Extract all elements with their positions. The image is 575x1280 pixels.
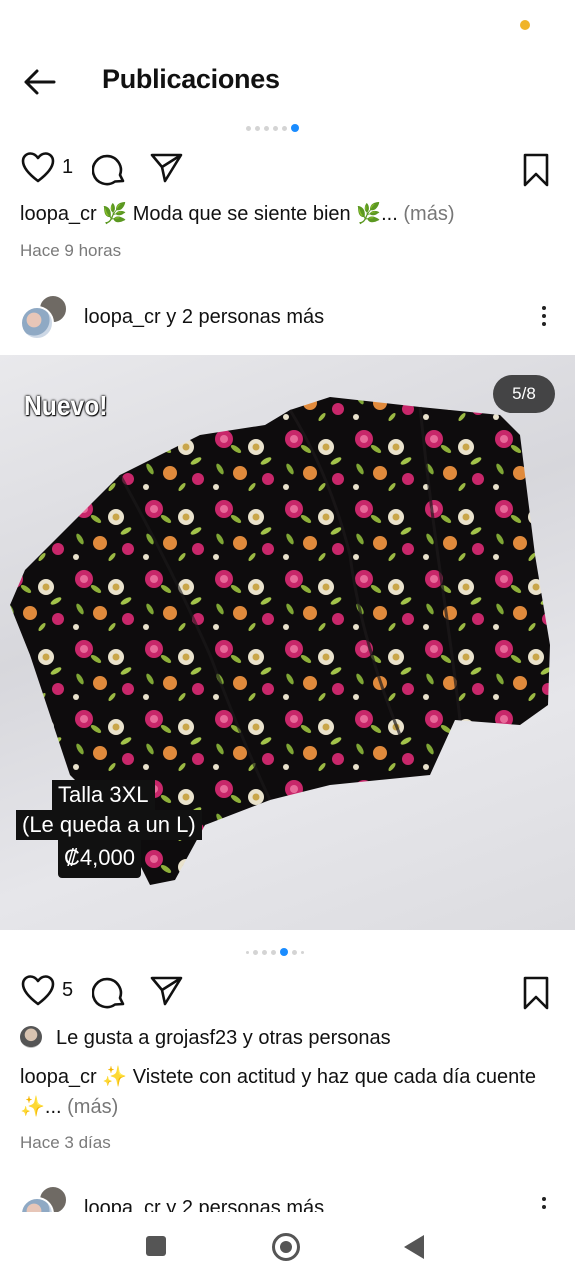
carousel-dots	[246, 124, 299, 132]
like-count[interactable]: 5	[62, 979, 73, 1002]
post-time: Hace 3 días	[20, 1133, 111, 1152]
carousel-dot	[253, 949, 258, 955]
paper-plane-icon[interactable]	[148, 973, 184, 1009]
comment-bubble-icon[interactable]	[92, 975, 128, 1011]
carousel-dot-active	[280, 948, 288, 956]
caption-username[interactable]: loopa_cr	[20, 1066, 97, 1088]
post-author-name[interactable]: loopa_cr y 2 personas más	[84, 1197, 324, 1212]
more-link[interactable]: (más)	[67, 1096, 118, 1118]
heart-outline-icon[interactable]	[20, 150, 56, 186]
image-size-label: Talla 3XL	[52, 780, 155, 810]
image-fit-label: (Le queda a un L)	[16, 810, 202, 840]
page-title: Publicaciones	[102, 64, 280, 94]
top-bar: Publicaciones	[0, 52, 575, 110]
liked-by-row[interactable]: Le gusta a grojasf23 y otras personas	[20, 1026, 391, 1050]
avatar-group[interactable]	[20, 1185, 70, 1212]
liked-by-text[interactable]: Le gusta a grojasf23 y otras personas	[56, 1027, 391, 1049]
avatar	[20, 306, 54, 340]
post-author-name[interactable]: loopa_cr y 2 personas más	[84, 306, 324, 329]
recent-apps-icon[interactable]	[146, 1236, 166, 1256]
bookmark-icon[interactable]	[520, 152, 552, 188]
carousel-dots	[246, 948, 304, 956]
like-count[interactable]: 1	[62, 156, 73, 179]
post-author-row: loopa_cr y 2 personas más	[0, 294, 575, 344]
image-tag-new: Nuevo!	[24, 390, 108, 421]
avatar-group[interactable]	[20, 294, 70, 344]
back-triangle-icon[interactable]	[404, 1235, 424, 1259]
carousel-dot	[246, 950, 249, 954]
carousel-dot-active	[291, 124, 299, 132]
vertical-dots-icon[interactable]	[534, 306, 554, 332]
status-notification-dot	[520, 20, 530, 30]
vertical-dots-icon[interactable]	[534, 1197, 554, 1212]
heart-outline-icon[interactable]	[20, 973, 56, 1009]
carousel-dot	[301, 950, 304, 954]
next-post-preview: loopa_cr y 2 personas más	[0, 1185, 575, 1212]
caption-text: 🌿 Moda que se siente bien 🌿...	[102, 203, 398, 225]
image-counter: 5/8	[493, 375, 555, 413]
carousel-dot	[282, 125, 287, 131]
post-caption[interactable]: loopa_cr 🌿 Moda que se siente bien 🌿... …	[20, 199, 560, 229]
post-actions: 1	[0, 150, 575, 190]
comment-bubble-icon[interactable]	[92, 152, 128, 188]
carousel-dot	[271, 949, 276, 955]
post-time: Hace 9 horas	[20, 241, 122, 260]
system-nav-bar	[0, 1212, 575, 1280]
bookmark-icon[interactable]	[520, 975, 552, 1011]
post-caption[interactable]: loopa_cr ✨ Vistete con actitud y haz que…	[20, 1062, 560, 1122]
carousel-dot	[292, 949, 297, 955]
arrow-left-icon[interactable]	[20, 66, 60, 98]
carousel-dot	[262, 949, 267, 955]
image-price-label: ₡4,000	[58, 840, 141, 878]
carousel-dot	[264, 125, 269, 131]
avatar	[20, 1026, 42, 1048]
post-author-row: loopa_cr y 2 personas más	[0, 1185, 575, 1212]
paper-plane-icon[interactable]	[148, 150, 184, 186]
caption-username[interactable]: loopa_cr	[20, 203, 97, 225]
carousel-dot	[273, 125, 278, 131]
carousel-dot	[255, 125, 260, 131]
post-actions: 5	[0, 973, 575, 1013]
more-link[interactable]: (más)	[403, 203, 454, 225]
carousel-dot	[246, 125, 251, 131]
home-icon[interactable]	[272, 1233, 300, 1261]
